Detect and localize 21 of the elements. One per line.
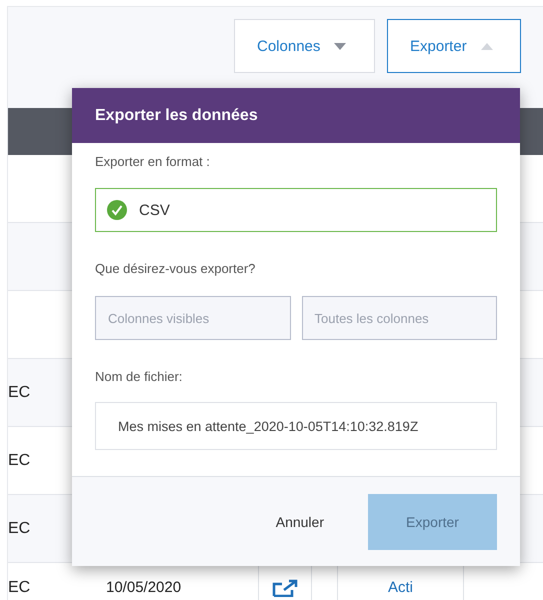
action-link[interactable]: Acti bbox=[388, 579, 413, 596]
external-link-icon[interactable] bbox=[272, 579, 298, 597]
toolbar-button[interactable]: Colonnes bbox=[234, 19, 375, 73]
format-option[interactable]: CSV bbox=[95, 188, 497, 232]
table-cell: EC bbox=[8, 579, 30, 597]
cancel-button[interactable]: Annuler bbox=[270, 512, 330, 530]
option-button[interactable]: Colonnes visibles bbox=[95, 296, 290, 340]
filename-field[interactable]: Mes mises en attente_2020-10-05T14:10:32.819Z bbox=[95, 402, 497, 450]
toolbar-button[interactable]: Exporter bbox=[387, 19, 521, 73]
option-button[interactable]: Toutes les colonnes bbox=[302, 296, 497, 340]
caret-icon bbox=[334, 42, 346, 50]
check-icon bbox=[107, 200, 127, 220]
table-cell: EC bbox=[8, 452, 30, 470]
table-cell: EC bbox=[8, 384, 30, 402]
dialog-title: Exporter les données bbox=[72, 88, 520, 143]
field-label: Que désirez-vous exporter? bbox=[95, 261, 256, 276]
table-cell: 10/05/2020 bbox=[106, 579, 182, 596]
field-label: Exporter en format : bbox=[95, 154, 211, 169]
field-label: Nom de fichier: bbox=[95, 369, 184, 384]
table-cell: EC bbox=[8, 520, 30, 538]
caret-icon bbox=[480, 42, 493, 50]
